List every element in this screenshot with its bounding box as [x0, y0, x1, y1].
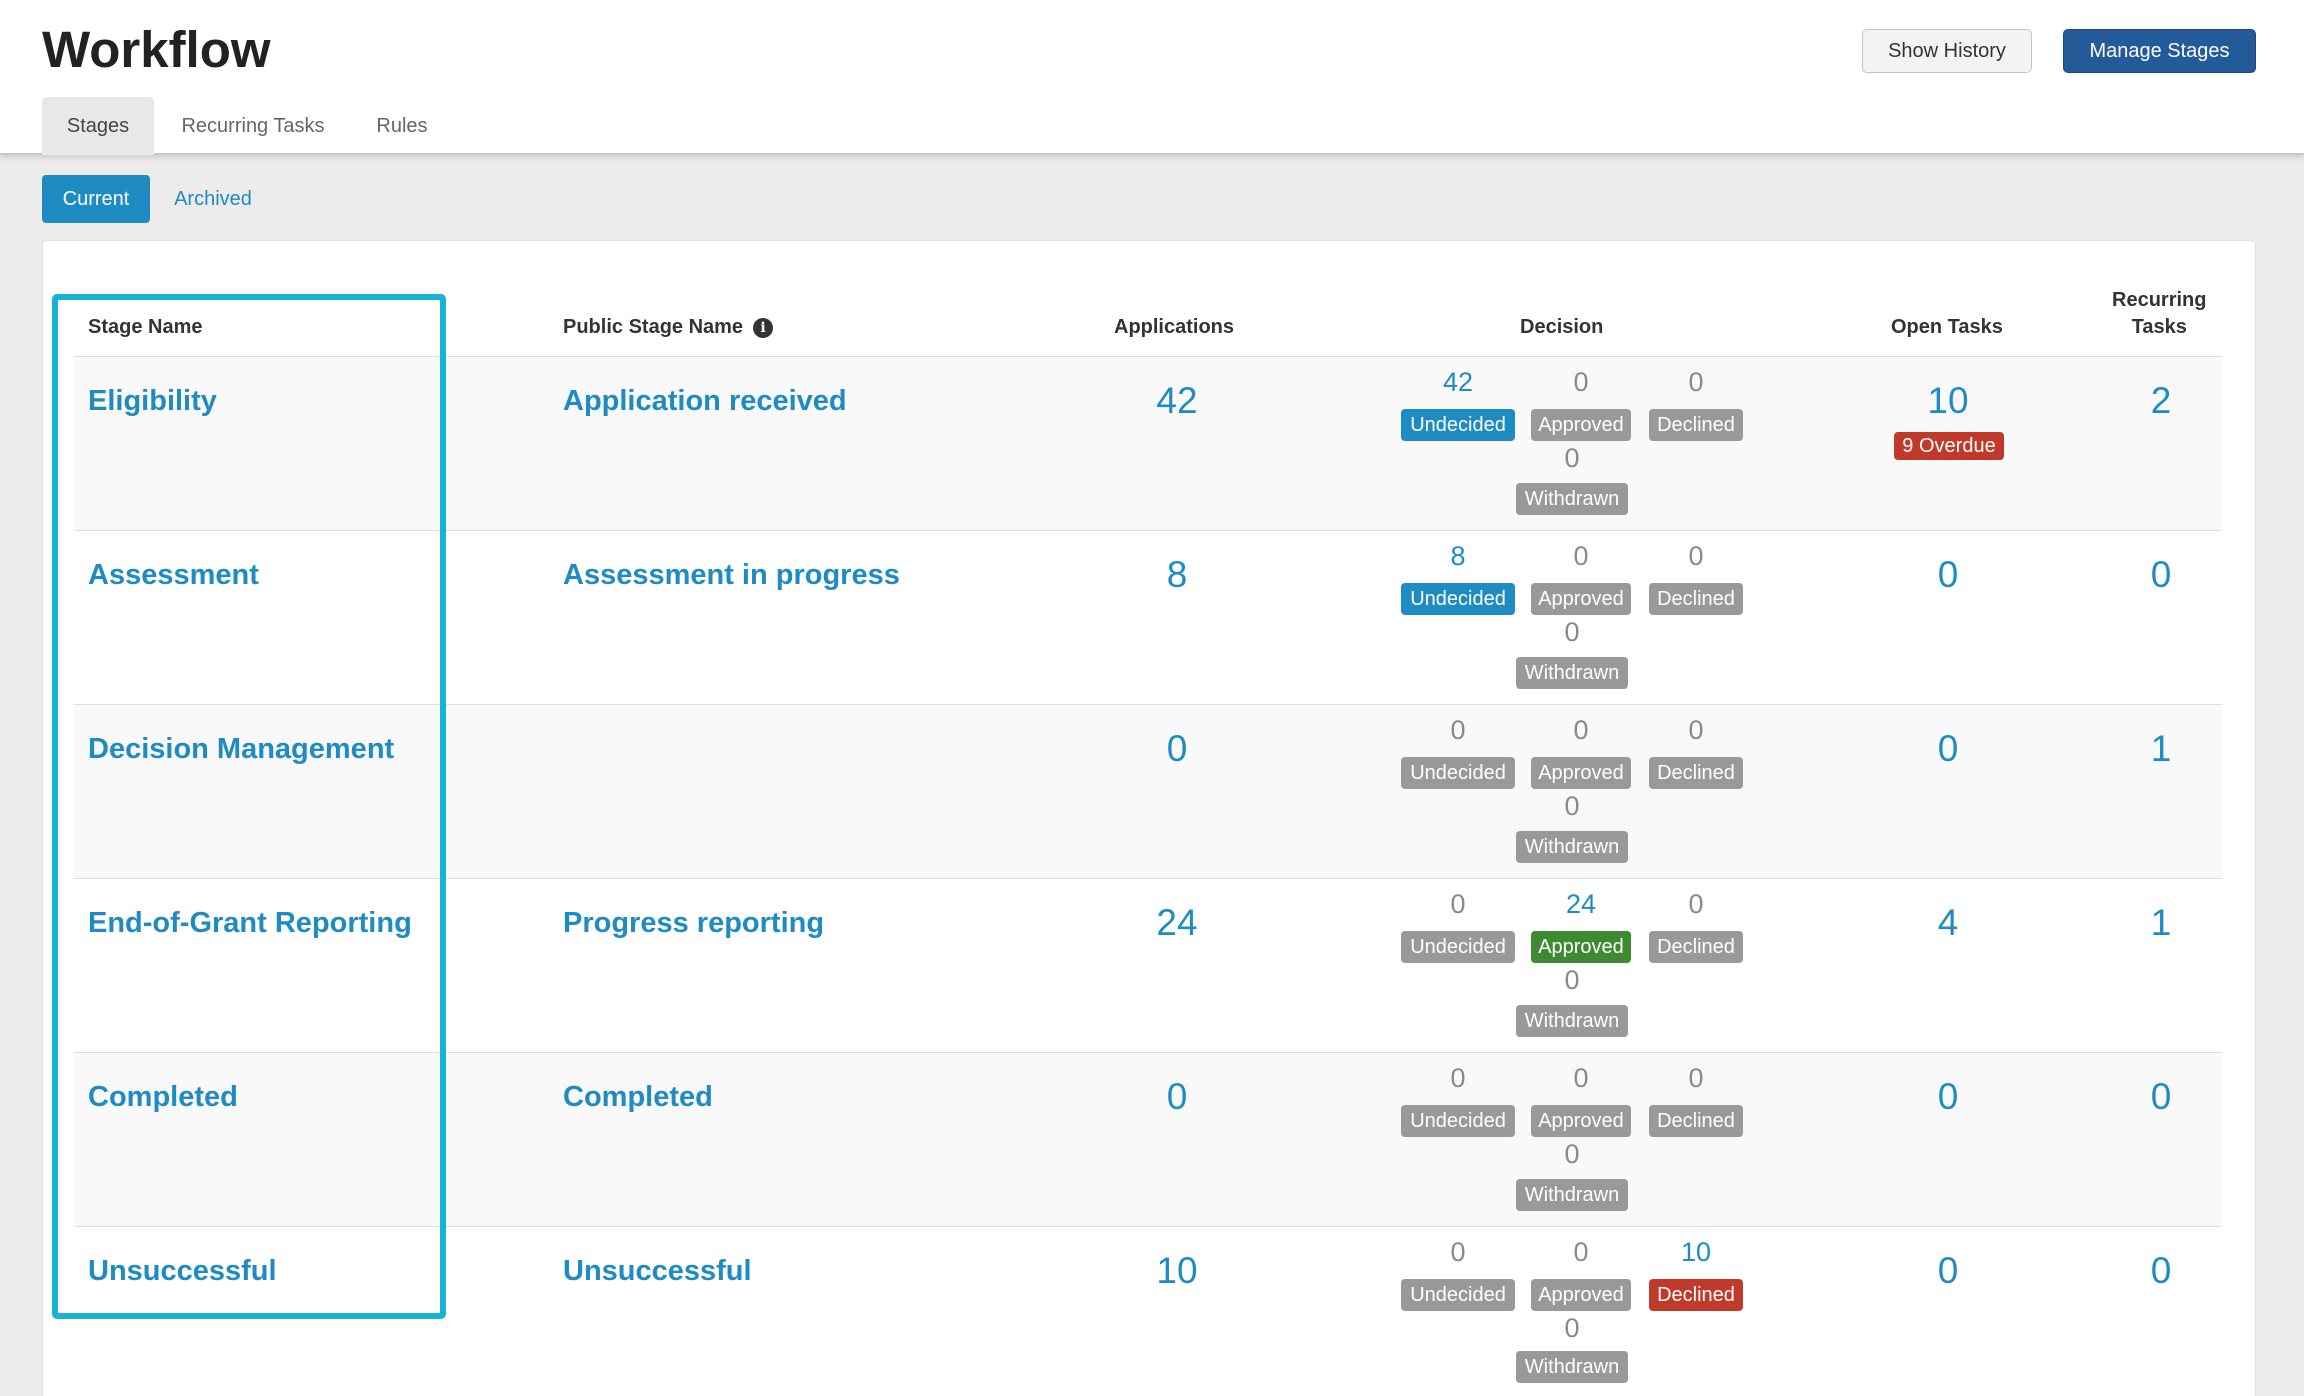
approved-badge: Approved [1531, 409, 1631, 441]
recurring-tasks-count[interactable]: 0 [2101, 554, 2221, 596]
tab-rules[interactable]: Rules [356, 97, 448, 155]
approved-count: 0 [1573, 541, 1589, 571]
page-header: Workflow Show History Manage Stages Stag… [0, 0, 2304, 155]
withdrawn-count: 0 [1564, 1139, 1580, 1169]
withdrawn-badge: Withdrawn [1516, 1005, 1628, 1037]
page-title: Workflow [42, 21, 271, 78]
applications-count[interactable]: 8 [1117, 554, 1237, 596]
undecided-badge[interactable]: Undecided [1401, 409, 1515, 441]
recurring-tasks-count[interactable]: 1 [2101, 902, 2221, 944]
withdrawn-badge: Withdrawn [1516, 657, 1628, 689]
undecided-count: 0 [1450, 1237, 1466, 1267]
undecided-count: 0 [1450, 1063, 1466, 1093]
approved-count: 0 [1573, 367, 1589, 397]
declined-badge: Declined [1649, 1105, 1743, 1137]
public-stage-name-link[interactable]: Unsuccessful [563, 1255, 752, 1288]
approved-badge: Approved [1531, 1105, 1631, 1137]
undecided-badge: Undecided [1401, 1279, 1515, 1311]
column-header-public-stage-name-label: Public Stage Name [563, 316, 744, 338]
declined-count[interactable]: 10 [1636, 1237, 1756, 1268]
public-stage-name-link[interactable]: Completed [563, 1081, 713, 1114]
open-tasks-count[interactable]: 0 [1888, 1250, 2008, 1292]
withdrawn-count: 0 [1564, 965, 1580, 995]
column-header-decision: Decision [1520, 316, 1604, 338]
undecided-count: 0 [1450, 889, 1466, 919]
undecided-badge: Undecided [1401, 1105, 1515, 1137]
public-stage-name-link[interactable]: Application received [563, 385, 847, 418]
recurring-tasks-count[interactable]: 0 [2101, 1076, 2221, 1118]
filter-archived[interactable]: Archived [158, 175, 268, 223]
tab-stages[interactable]: Stages [42, 97, 154, 155]
applications-count[interactable]: 10 [1117, 1250, 1237, 1292]
undecided-badge[interactable]: Undecided [1401, 583, 1515, 615]
stage-name-column-highlight [52, 294, 446, 1319]
declined-badge[interactable]: Declined [1649, 1279, 1743, 1311]
approved-count: 0 [1573, 715, 1589, 745]
column-header-applications: Applications [1114, 316, 1235, 338]
column-header-recurring-line2: Tasks [2131, 316, 2187, 338]
open-tasks-count[interactable]: 0 [1888, 1076, 2008, 1118]
open-tasks-count[interactable]: 4 [1888, 902, 2008, 944]
recurring-tasks-count[interactable]: 2 [2101, 380, 2221, 422]
declined-count: 0 [1688, 715, 1704, 745]
approved-badge: Approved [1531, 583, 1631, 615]
tab-recurring-tasks[interactable]: Recurring Tasks [160, 97, 346, 155]
withdrawn-count: 0 [1564, 1313, 1580, 1343]
column-header-recurring-line1: Recurring [2112, 289, 2207, 311]
declined-badge: Declined [1649, 931, 1743, 963]
undecided-count[interactable]: 42 [1398, 367, 1518, 398]
applications-count[interactable]: 0 [1117, 1076, 1237, 1118]
declined-count: 0 [1688, 367, 1704, 397]
approved-count: 0 [1573, 1063, 1589, 1093]
recurring-tasks-count[interactable]: 1 [2101, 728, 2221, 770]
public-stage-name-link[interactable]: Assessment in progress [563, 559, 900, 592]
column-header-public-stage-name: Public Stage Name i [563, 316, 774, 339]
approved-badge[interactable]: Approved [1531, 931, 1631, 963]
approved-count[interactable]: 24 [1521, 889, 1641, 920]
show-history-button[interactable]: Show History [1862, 29, 2032, 73]
approved-badge: Approved [1531, 1279, 1631, 1311]
undecided-badge: Undecided [1401, 757, 1515, 789]
declined-count: 0 [1688, 1063, 1704, 1093]
declined-badge: Declined [1649, 583, 1743, 615]
applications-count[interactable]: 24 [1117, 902, 1237, 944]
open-tasks-count[interactable]: 0 [1888, 728, 2008, 770]
declined-count: 0 [1688, 541, 1704, 571]
undecided-count[interactable]: 8 [1398, 541, 1518, 572]
withdrawn-badge: Withdrawn [1516, 1351, 1628, 1383]
withdrawn-badge: Withdrawn [1516, 1179, 1628, 1211]
filter-current[interactable]: Current [42, 175, 150, 223]
declined-badge: Declined [1649, 409, 1743, 441]
applications-count[interactable]: 0 [1117, 728, 1237, 770]
column-header-recurring-tasks: Recurring Tasks [2112, 287, 2206, 341]
recurring-tasks-count[interactable]: 0 [2101, 1250, 2221, 1292]
info-icon[interactable]: i [753, 317, 774, 338]
open-tasks-count[interactable]: 10 [1888, 380, 2008, 422]
withdrawn-badge: Withdrawn [1516, 831, 1628, 863]
undecided-count: 0 [1450, 715, 1466, 745]
column-header-open-tasks: Open Tasks [1891, 316, 2003, 338]
withdrawn-count: 0 [1564, 443, 1580, 473]
undecided-badge: Undecided [1401, 931, 1515, 963]
approved-count: 0 [1573, 1237, 1589, 1267]
withdrawn-count: 0 [1564, 791, 1580, 821]
withdrawn-count: 0 [1564, 617, 1580, 647]
declined-count: 0 [1688, 889, 1704, 919]
manage-stages-button[interactable]: Manage Stages [2063, 29, 2256, 73]
overdue-badge[interactable]: 9 Overdue [1894, 432, 2004, 460]
public-stage-name-link[interactable]: Progress reporting [563, 907, 824, 940]
withdrawn-badge: Withdrawn [1516, 483, 1628, 515]
open-tasks-count[interactable]: 0 [1888, 554, 2008, 596]
approved-badge: Approved [1531, 757, 1631, 789]
declined-badge: Declined [1649, 757, 1743, 789]
applications-count[interactable]: 42 [1117, 380, 1237, 422]
